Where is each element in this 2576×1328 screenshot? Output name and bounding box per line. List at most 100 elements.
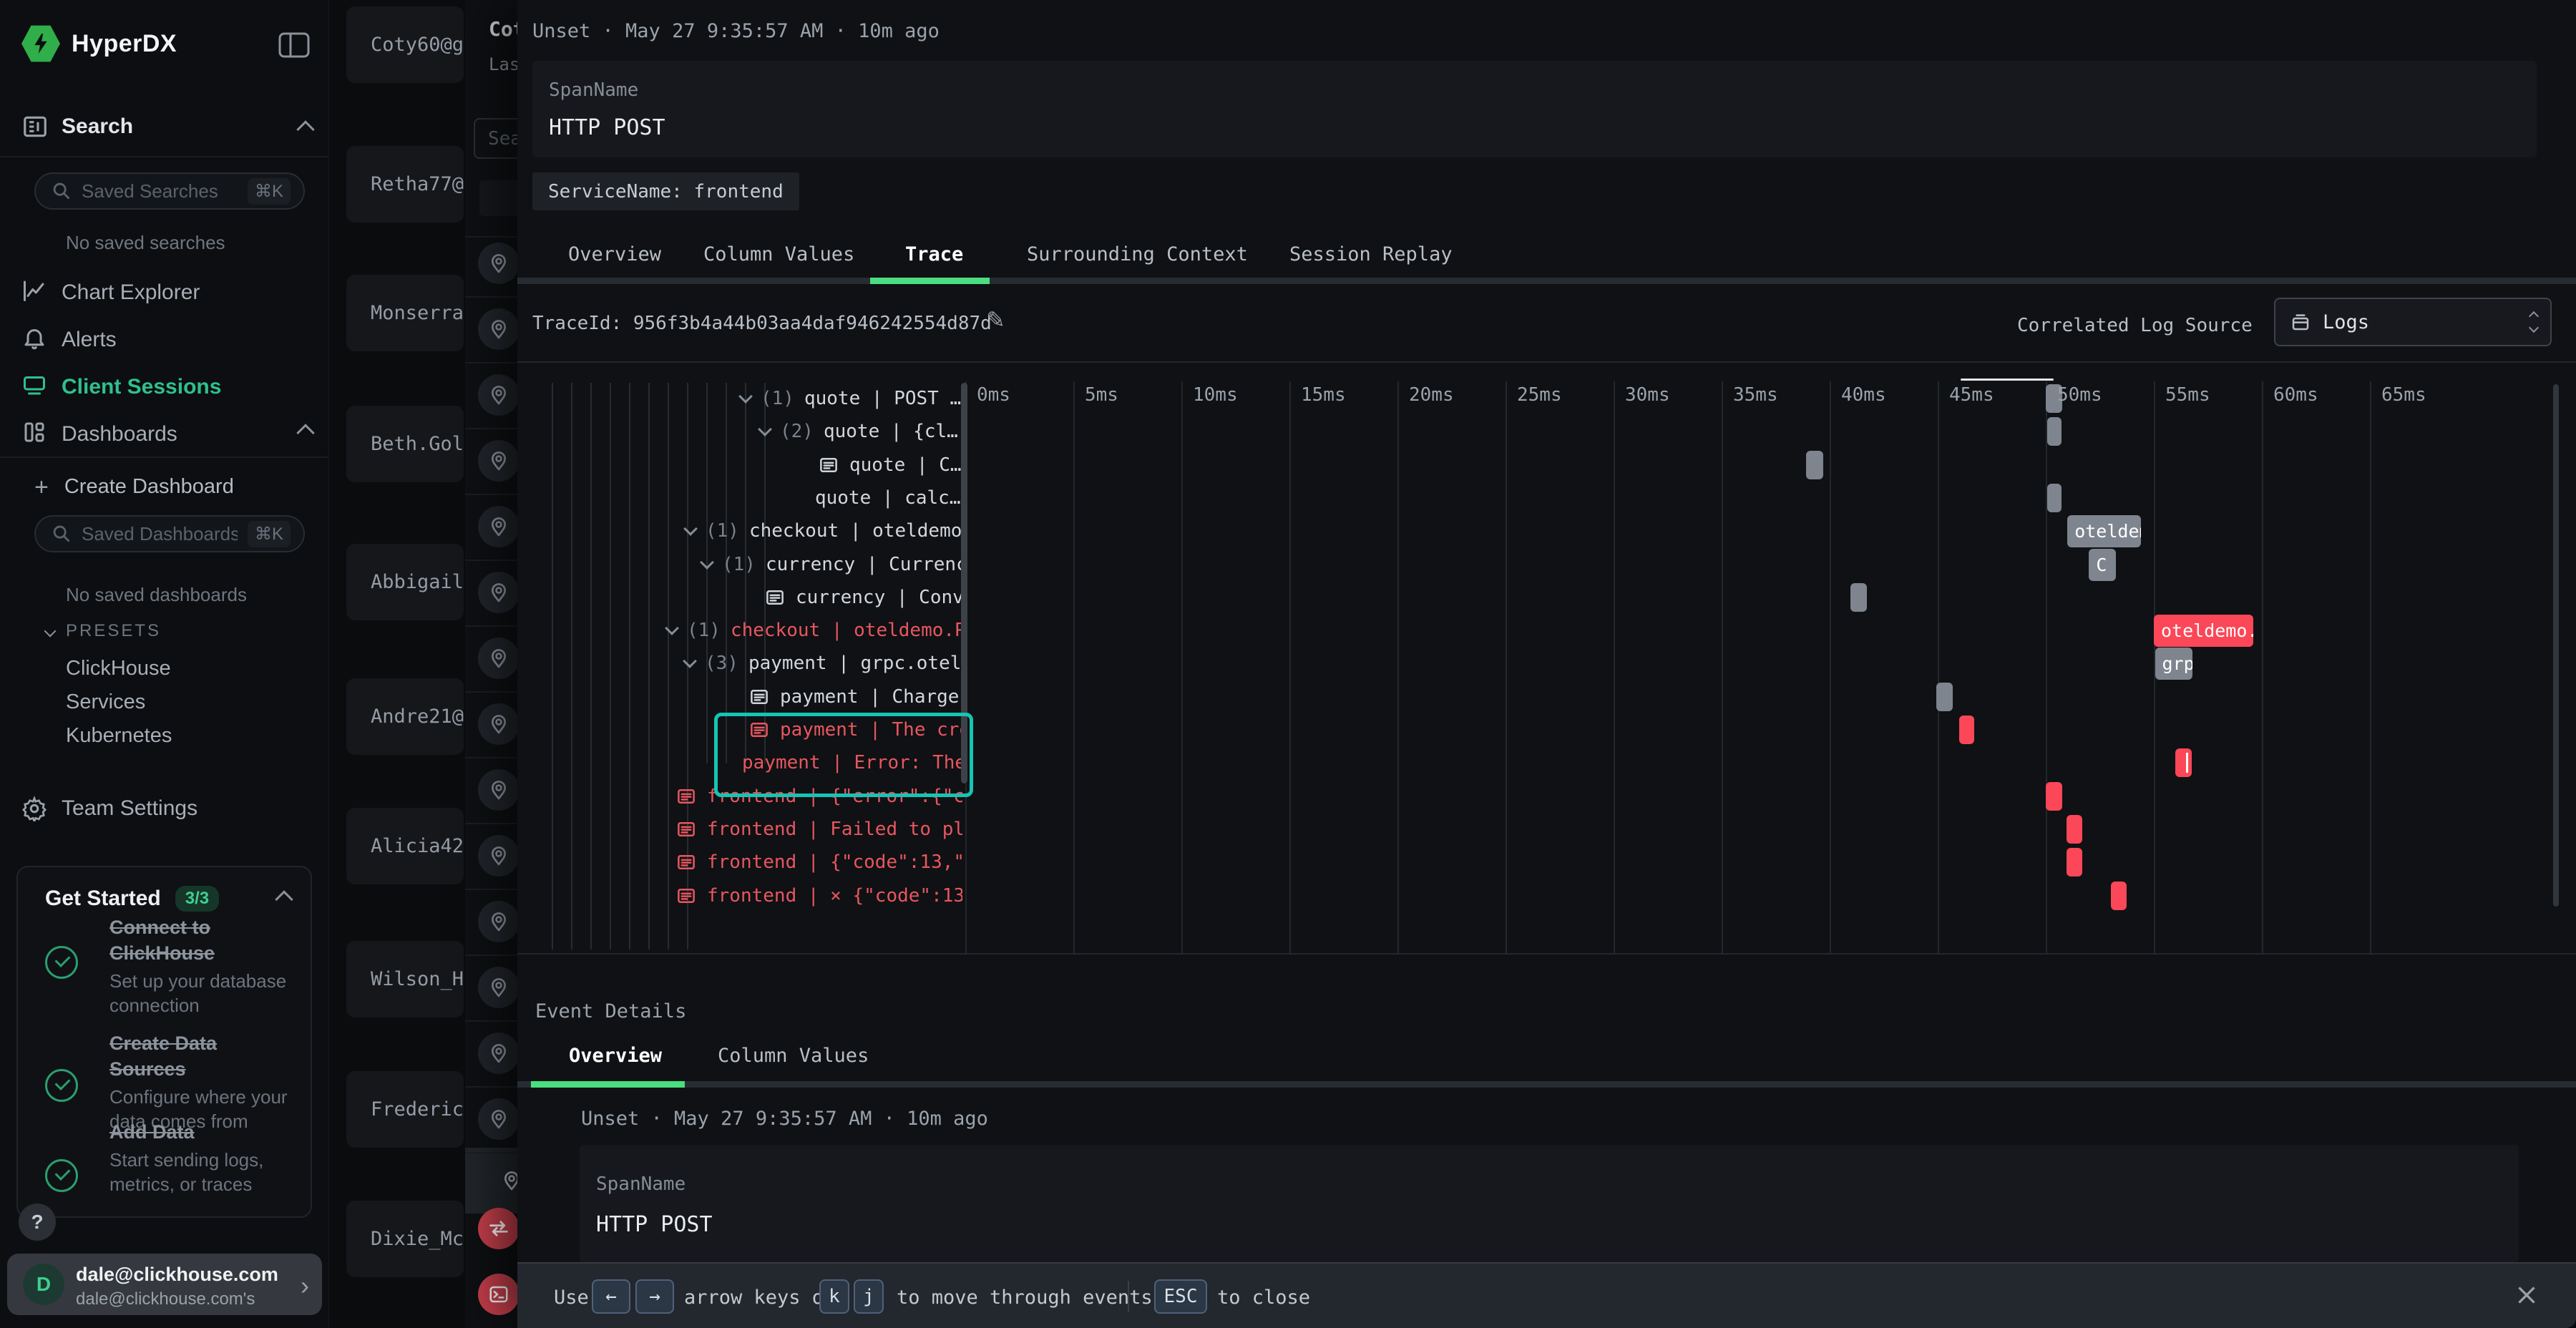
event-details-tab-column-values[interactable]: Column Values — [718, 1045, 869, 1067]
session-card[interactable]: Monserra — [346, 275, 464, 351]
span-bar[interactable] — [2067, 848, 2083, 877]
span-bar[interactable] — [1936, 683, 1953, 711]
session-card[interactable]: Retha77@ — [346, 146, 464, 223]
help-button[interactable]: ? — [19, 1204, 56, 1241]
session-card[interactable]: Wilson_H — [346, 941, 464, 1017]
sidebar-item-clickhouse[interactable]: ClickHouse — [66, 657, 171, 680]
trace-row[interactable]: frontend | {"code":13,"det… — [675, 846, 962, 879]
chevron-down-icon[interactable] — [683, 654, 697, 668]
span-bar[interactable] — [2067, 815, 2083, 844]
trace-row[interactable]: quote | C… — [818, 449, 962, 482]
sidebar-item-services[interactable]: Services — [66, 690, 145, 714]
span-bar[interactable]: grp — [2155, 648, 2193, 680]
location-pin-icon[interactable] — [478, 374, 517, 416]
trace-row[interactable]: currency | Conv… — [764, 581, 962, 614]
trace-row[interactable]: (3)payment | grpc.oteld… — [685, 647, 962, 680]
presets-toggle[interactable]: PRESETS — [46, 621, 161, 641]
span-bar[interactable] — [1850, 583, 1868, 612]
sidebar-collapse-icon[interactable] — [278, 31, 311, 62]
trace-row[interactable]: payment | Charge … — [748, 680, 962, 713]
chevron-down-icon[interactable] — [738, 389, 753, 404]
trace-row[interactable]: (1)checkout | oteldemo.Pa… — [667, 614, 962, 647]
span-bar[interactable] — [1959, 716, 1974, 744]
span-bar[interactable]: oteldemo. — [2154, 615, 2253, 647]
chevron-down-icon[interactable] — [665, 621, 679, 635]
span-bar[interactable] — [1806, 451, 1823, 479]
session-card[interactable]: Coty60@g — [346, 6, 464, 83]
trace-row[interactable]: (1)currency | Currenc… — [702, 548, 962, 581]
dashboards-collapse-chevron-icon[interactable] — [296, 424, 314, 441]
tab-overview[interactable]: Overview — [568, 243, 661, 265]
chevron-down-icon[interactable] — [758, 422, 772, 436]
trace-row[interactable]: frontend | × {"code":13,"d… — [675, 879, 962, 912]
location-pin-icon[interactable] — [478, 835, 517, 877]
sidebar-item-client-sessions[interactable]: Client Sessions — [21, 372, 221, 401]
trace-row[interactable]: (2)quote | {cl… — [760, 415, 958, 448]
location-pin-icon[interactable] — [478, 243, 517, 284]
sidebar-item-team-settings[interactable]: Team Settings — [21, 796, 197, 821]
get-started-collapse-chevron-icon[interactable] — [275, 890, 293, 908]
sidebar-item-kubernetes[interactable]: Kubernetes — [66, 724, 172, 748]
trace-row[interactable]: (1)quote | POST … — [741, 382, 961, 415]
session-card[interactable]: Abbigail — [346, 544, 464, 620]
span-bar[interactable] — [2046, 782, 2062, 811]
console-event-icon[interactable] — [478, 1274, 517, 1315]
session-detail-search-input[interactable]: Sea — [474, 118, 517, 159]
sidebar-item-dashboards[interactable]: Dashboards — [21, 419, 177, 449]
navigation-event-icon[interactable] — [478, 1208, 517, 1249]
location-pin-icon[interactable] — [478, 769, 517, 811]
sidebar-item-alerts[interactable]: Alerts — [21, 325, 117, 354]
tab-column-values[interactable]: Column Values — [703, 243, 854, 265]
trace-row[interactable]: quote | calc… — [815, 482, 961, 514]
edit-pencil-icon[interactable]: ✎ — [986, 306, 1005, 333]
session-card[interactable]: Alicia42 — [346, 808, 464, 884]
session-card[interactable]: Beth.Gol — [346, 406, 464, 482]
service-name-chip[interactable]: ServiceName: frontend — [532, 172, 799, 210]
session-detail-button[interactable] — [479, 180, 517, 216]
location-pin-icon[interactable] — [478, 703, 517, 745]
location-pin-icon[interactable] — [478, 572, 517, 613]
get-started-item[interactable]: Connect to ClickHouseSet up your databas… — [45, 914, 296, 1017]
location-pin-icon[interactable] — [478, 1032, 517, 1074]
span-bar[interactable]: oteldem — [2067, 515, 2141, 547]
get-started-item[interactable]: Add DataStart sending logs, metrics, or … — [45, 1119, 296, 1196]
close-icon[interactable] — [2514, 1282, 2540, 1312]
span-bar[interactable] — [2175, 748, 2192, 777]
location-pin-icon[interactable] — [478, 967, 517, 1008]
session-card[interactable]: Dixie_Mc — [346, 1201, 464, 1277]
event-details-tab-overview[interactable]: Overview — [569, 1045, 662, 1067]
waterfall-scrollbar[interactable] — [2553, 384, 2559, 907]
session-card[interactable]: Andre21@ — [346, 678, 464, 755]
session-card[interactable]: Frederic — [346, 1071, 464, 1148]
search-section-header[interactable]: Search — [21, 113, 133, 140]
span-bar[interactable]: C — [2089, 549, 2116, 581]
chevron-down-icon[interactable] — [683, 522, 698, 536]
span-bar[interactable] — [2047, 484, 2062, 512]
saved-dashboards-input[interactable]: Saved Dashboards ⌘K — [34, 515, 305, 552]
sidebar-item-chart-explorer[interactable]: Chart Explorer — [21, 278, 200, 307]
app-logo[interactable]: HyperDX — [21, 24, 177, 63]
span-bar[interactable] — [2111, 882, 2127, 910]
user-account-chip[interactable]: D dale@clickhouse.com dale@clickhouse.co… — [7, 1254, 322, 1315]
trace-row[interactable]: (1)checkout | oteldemo.… — [686, 514, 962, 547]
location-pin-icon[interactable] — [478, 308, 517, 350]
location-pin-icon[interactable] — [478, 440, 517, 482]
span-bar[interactable] — [2047, 417, 2062, 446]
location-pin-icon[interactable] — [478, 1098, 517, 1140]
log-source-select[interactable]: Logs — [2274, 298, 2552, 346]
axis-tick-label: 35ms — [1733, 384, 1778, 406]
saved-searches-input[interactable]: Saved Searches ⌘K — [34, 172, 305, 210]
get-started-item[interactable]: Create Data SourcesConfigure where your … — [45, 1030, 296, 1133]
tab-trace[interactable]: Trace — [905, 243, 963, 265]
search-collapse-chevron-icon[interactable] — [296, 120, 314, 138]
tab-surrounding-context[interactable]: Surrounding Context — [1027, 243, 1248, 265]
tab-session-replay[interactable]: Session Replay — [1289, 243, 1453, 265]
location-pin-icon[interactable] — [478, 638, 517, 679]
event-details-underline-track — [517, 1081, 2576, 1088]
create-dashboard-button[interactable]: + Create Dashboard — [34, 475, 234, 499]
location-pin-icon[interactable] — [478, 506, 517, 547]
location-pin-icon[interactable] — [478, 901, 517, 942]
trace-row[interactable]: frontend | Failed to place… — [675, 813, 962, 846]
time-brush-indicator[interactable] — [1961, 379, 2054, 381]
chevron-down-icon[interactable] — [700, 555, 714, 570]
